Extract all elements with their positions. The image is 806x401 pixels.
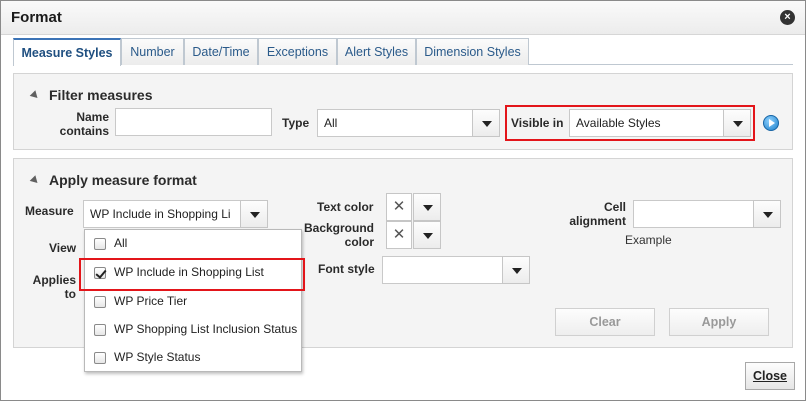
type-select[interactable]: All	[317, 109, 474, 137]
measure-dropdown-chevron-down-icon[interactable]	[240, 200, 268, 228]
checkbox[interactable]	[94, 238, 106, 250]
filter-measures-header[interactable]: Filter measures	[29, 87, 153, 103]
filter-measures-title: Filter measures	[49, 87, 153, 103]
play-circle-icon[interactable]	[763, 115, 779, 131]
tab-measure-styles[interactable]: Measure Styles	[13, 38, 121, 66]
close-icon[interactable]: ×	[780, 10, 795, 25]
apply-button[interactable]: Apply	[669, 308, 769, 336]
measure-select[interactable]: WP Include in Shopping Li	[83, 200, 243, 228]
text-color-label: Text color	[317, 200, 374, 214]
option-label: WP Shopping List Inclusion Status	[114, 322, 298, 336]
checkbox[interactable]	[94, 324, 106, 336]
apply-measure-format-header[interactable]: Apply measure format	[29, 172, 197, 188]
tab-exceptions[interactable]: Exceptions	[258, 38, 337, 65]
name-contains-label: Name contains	[59, 110, 109, 138]
font-style-label: Font style	[318, 262, 375, 276]
tab-alert-styles[interactable]: Alert Styles	[337, 38, 416, 65]
tab-dimension-styles[interactable]: Dimension Styles	[416, 38, 529, 65]
tab-number[interactable]: Number	[121, 38, 184, 65]
cell-alignment-chevron-down-icon[interactable]	[753, 200, 781, 228]
checkbox[interactable]	[94, 352, 106, 364]
text-color-chevron-down-icon[interactable]	[413, 193, 441, 221]
option-label: All	[114, 236, 128, 250]
collapse-triangle-icon[interactable]	[29, 175, 41, 186]
apply-measure-format-title: Apply measure format	[49, 172, 197, 188]
dialog-titlebar: Format ×	[1, 1, 805, 35]
visible-in-select[interactable]: Available Styles	[569, 109, 726, 137]
checkbox[interactable]	[94, 296, 106, 308]
close-button[interactable]: Close	[745, 362, 795, 390]
applies-to-label: Applies to	[32, 273, 76, 301]
view-label: View	[49, 241, 77, 255]
close-button-label: Close	[752, 369, 788, 383]
visible-in-label: Visible in	[511, 116, 564, 130]
measure-option-all[interactable]: All	[85, 230, 301, 258]
name-contains-input[interactable]	[115, 108, 272, 136]
selected-option-highlight	[79, 258, 305, 291]
cell-alignment-select[interactable]	[633, 200, 755, 228]
font-style-chevron-down-icon[interactable]	[502, 256, 530, 284]
type-dropdown-chevron-down-icon[interactable]	[472, 109, 500, 137]
example-label: Example	[625, 233, 672, 247]
measure-option-shopping-list-inclusion-status[interactable]: WP Shopping List Inclusion Status	[85, 316, 301, 344]
measure-option-style-status[interactable]: WP Style Status	[85, 344, 301, 372]
text-color-swatch[interactable]: ✕	[386, 193, 412, 221]
visible-in-dropdown-chevron-down-icon[interactable]	[723, 109, 751, 137]
measure-label: Measure	[25, 204, 74, 218]
collapse-triangle-icon[interactable]	[29, 90, 41, 101]
tab-bar: Measure Styles Number Date/Time Exceptio…	[13, 37, 793, 66]
background-color-swatch[interactable]: ✕	[386, 221, 412, 249]
background-color-chevron-down-icon[interactable]	[413, 221, 441, 249]
measure-dropdown-list: All WP Include in Shopping List WP Price…	[84, 229, 302, 372]
background-color-label: Background color	[303, 221, 374, 249]
option-label: WP Style Status	[114, 350, 201, 364]
font-style-select[interactable]	[382, 256, 504, 284]
tab-date-time[interactable]: Date/Time	[184, 38, 258, 65]
dialog-title: Format	[11, 9, 62, 26]
measure-option-price-tier[interactable]: WP Price Tier	[85, 288, 301, 316]
cell-alignment-label: Cell alignment	[569, 200, 626, 228]
clear-button[interactable]: Clear	[555, 308, 655, 336]
option-label: WP Price Tier	[114, 294, 188, 308]
type-label: Type	[282, 116, 310, 130]
format-dialog: Format × Measure Styles Number Date/Time…	[0, 0, 806, 401]
